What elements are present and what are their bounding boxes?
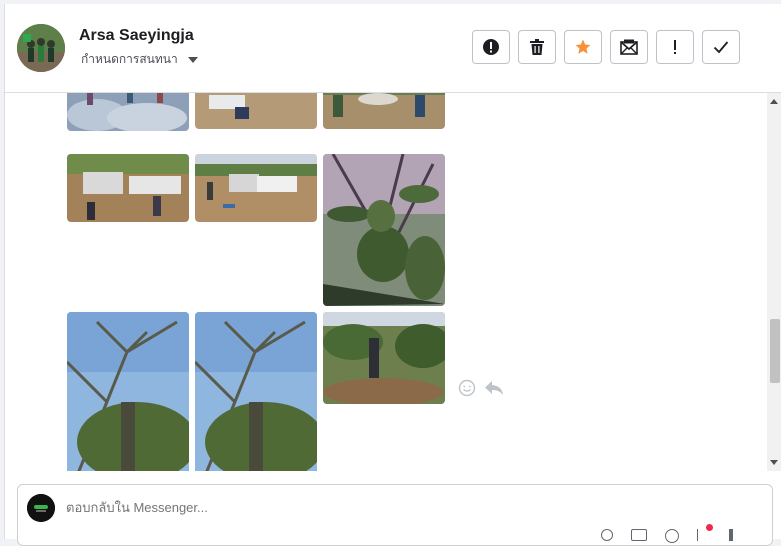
contact-name[interactable]: Arsa Saeyingja [79, 27, 194, 45]
conversation-header: Arsa Saeyingja กำหนดการสนทนา [5, 4, 781, 93]
photo-attachment[interactable] [67, 312, 189, 471]
exclamation-circle-icon [483, 39, 499, 55]
checkmark-icon [713, 41, 729, 54]
message-thread[interactable] [5, 93, 781, 471]
saved-reply-icon[interactable] [697, 524, 713, 541]
conversation-actions [472, 30, 740, 64]
thread-scrollbar[interactable] [767, 93, 781, 471]
photo-attachment[interactable] [195, 154, 317, 222]
photo-attachment[interactable] [195, 93, 317, 129]
emoji-icon[interactable] [665, 529, 679, 543]
follow-up-button[interactable] [656, 30, 694, 64]
conversation-schedule-dropdown[interactable]: กำหนดการสนทนา [81, 50, 198, 69]
photo-attachment[interactable] [67, 154, 189, 222]
scroll-up-arrow-icon[interactable] [770, 99, 778, 104]
mark-unread-button[interactable] [610, 30, 648, 64]
scroll-down-arrow-icon[interactable] [770, 460, 778, 465]
scrollbar-thumb[interactable] [770, 319, 780, 383]
message-composer [17, 484, 773, 546]
photo-attachment[interactable] [323, 154, 445, 306]
photo-icon[interactable] [631, 529, 647, 541]
exclamation-icon [674, 40, 676, 54]
caret-down-icon [187, 56, 198, 63]
reply-input[interactable] [66, 500, 626, 515]
attachment-icon[interactable] [601, 529, 613, 541]
star-button[interactable] [564, 30, 602, 64]
composer-toolbar [601, 524, 733, 543]
contact-avatar[interactable] [17, 24, 65, 72]
photo-attachment[interactable] [67, 93, 189, 131]
like-icon[interactable] [729, 529, 733, 541]
mark-spam-button[interactable] [472, 30, 510, 64]
photo-attachment[interactable] [323, 93, 445, 129]
photo-attachment[interactable] [195, 312, 317, 471]
trash-icon [530, 39, 544, 55]
photo-attachment[interactable] [323, 312, 445, 404]
star-icon [575, 39, 591, 54]
reply-arrow-icon[interactable] [484, 379, 504, 397]
conversation-panel: Arsa Saeyingja กำหนดการสนทนา [4, 4, 781, 546]
mark-done-button[interactable] [702, 30, 740, 64]
page-avatar [27, 494, 55, 522]
mail-envelope-icon [620, 39, 638, 55]
message-reactions [458, 379, 504, 397]
delete-button[interactable] [518, 30, 556, 64]
conversation-schedule-label: กำหนดการสนทนา [81, 52, 178, 66]
notification-dot [706, 524, 713, 531]
emoji-smile-icon[interactable] [458, 379, 476, 397]
